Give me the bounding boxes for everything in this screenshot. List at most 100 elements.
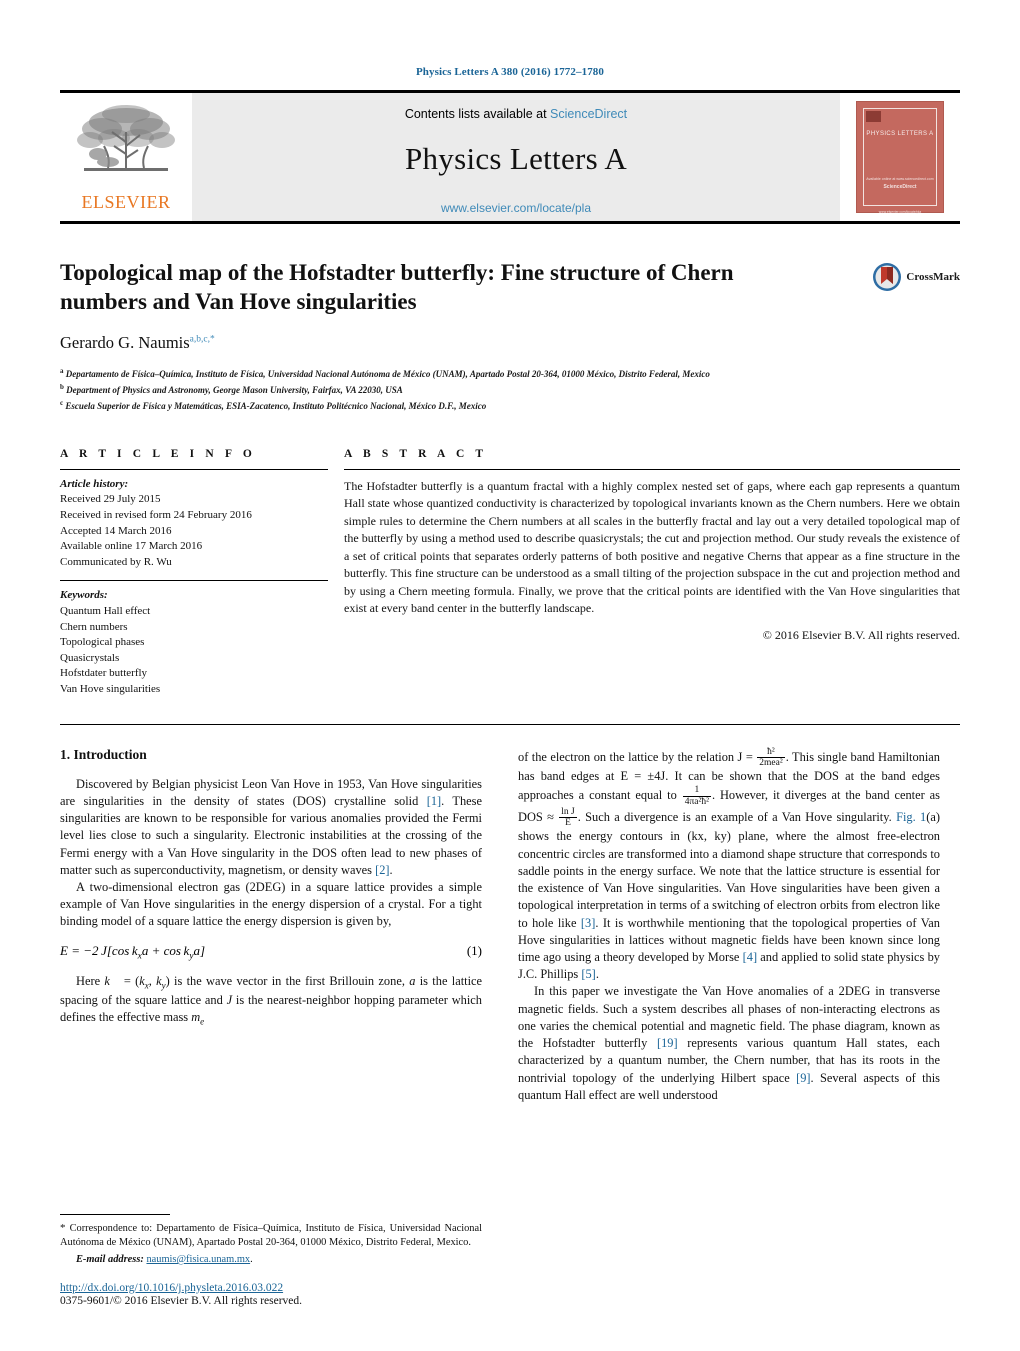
crossmark-badge[interactable]: CrossMark [872, 262, 960, 292]
contents-available-text: Contents lists available at [404, 107, 551, 121]
author-name: Gerardo G. Naumis [60, 332, 190, 352]
affiliation-item: b Department of Physics and Astronomy, G… [60, 382, 960, 398]
affiliation-item: a Departamento de Física–Química, Instit… [60, 366, 960, 382]
affiliation-text: Department of Physics and Astronomy, Geo… [66, 384, 403, 395]
keyword-item: Chern numbers [60, 620, 128, 633]
fraction-denominator: 2mea² [759, 757, 783, 768]
paragraph-text: . [389, 862, 393, 877]
cover-title: PHYSICS LETTERS A [866, 131, 934, 137]
journal-url-link[interactable]: www.elsevier.com/locate/pla [192, 201, 840, 215]
paragraph: Discovered by Belgian physicist Leon Van… [60, 776, 482, 879]
author-corresponding-mark: * [209, 334, 215, 345]
running-head: Physics Letters A 380 (2016) 1772–1780 [415, 66, 605, 78]
footnote-correspondence: * Correspondence to: Departamento de Fís… [60, 1221, 482, 1251]
article-history-label: Article history: [60, 477, 129, 490]
keyword-item: Topological phases [60, 636, 145, 649]
footnote-email-label: E-mail address: [76, 1254, 144, 1266]
footnote-email-link[interactable]: naumis@fisica.unam.mx [146, 1254, 250, 1265]
inline-fraction: ħ² 2mea² [757, 747, 785, 769]
footnote-email-tail: . [250, 1254, 253, 1266]
abstract-copyright: © 2016 Elsevier B.V. All rights reserved… [762, 627, 960, 642]
article-history: Article history: Received 29 July 2015 R… [60, 477, 328, 571]
paragraph: Here k⃗ = (kx, ky) is the wave vector in… [60, 974, 483, 1027]
cover-footer: Available online at www.sciencedirect.co… [864, 177, 936, 191]
affiliation-item: c Escuela Superior de Física y Matemátic… [60, 398, 960, 414]
paragraph-text: . Such a divergence is an example of a V… [577, 809, 897, 824]
elsevier-wordmark: ELSEVIER [81, 191, 171, 212]
section-heading-introduction: 1. Introduction [60, 746, 147, 762]
cover-footer-line1: Available online at www.sciencedirect.co… [866, 177, 934, 182]
journal-cover-thumbnail: PHYSICS LETTERS A Available online at ww… [856, 101, 944, 214]
fraction-numerator: 1 [682, 785, 711, 797]
affiliation-list: a Departamento de Física–Química, Instit… [60, 366, 960, 414]
publisher-logo-area: ELSEVIER [60, 93, 192, 221]
body-column-right: of the electron on the lattice by the re… [518, 747, 940, 1307]
author-affiliation-marks: a,b,c, [189, 334, 210, 345]
doi-link[interactable]: http://dx.doi.org/10.1016/j.physleta.201… [60, 1282, 482, 1294]
footnote-block: * Correspondence to: Departamento de Fís… [60, 1213, 482, 1307]
article-history-item: Communicated by R. Wu [60, 555, 172, 568]
paper-page: Physics Letters A 380 (2016) 1772–1780 E… [0, 0, 1020, 1351]
fraction-denominator: E [565, 818, 571, 829]
inline-fraction: 1 4πa²ħ² [682, 785, 711, 807]
article-info-column: A R T I C L E I N F O Article history: R… [60, 448, 328, 698]
article-history-item: Received in revised form 24 February 201… [60, 508, 252, 521]
cover-footer-line3: www.elsevier.com/locate/pla [878, 210, 922, 214]
citation-ref[interactable]: [4] [743, 950, 757, 964]
paragraph: of the electron on the lattice by the re… [518, 747, 940, 984]
paragraph-text: (a) shows the energy contours in (kx, ky… [518, 809, 940, 930]
contents-available-line: Contents lists available at ScienceDirec… [192, 107, 840, 121]
banner-bottom-rule [60, 221, 960, 224]
keywords-block: Keywords: Quantum Hall effect Chern numb… [60, 588, 328, 697]
cover-footer-line2: ScienceDirect [883, 184, 917, 190]
affiliation-mark: a [60, 366, 64, 375]
affiliation-mark: c [60, 398, 64, 407]
abstract-body: The Hofstadter butterfly is a quantum fr… [344, 478, 960, 616]
info-abstract-section: A R T I C L E I N F O Article history: R… [60, 448, 960, 698]
fraction-denominator: 4πa²ħ² [684, 796, 709, 807]
affiliation-mark: b [60, 382, 64, 391]
figure-ref[interactable]: Fig. 1 [896, 810, 926, 824]
article-history-item: Accepted 14 March 2016 [60, 524, 172, 537]
equation-1: E = −2 J[cos kxa + cos kya] (1) [60, 943, 482, 962]
equation-1-number: (1) [466, 942, 482, 958]
paragraph-text: Discovered by Belgian physicist Leon Van… [60, 776, 482, 808]
keyword-item: Van Hove singularities [60, 683, 161, 695]
crossmark-icon [873, 263, 902, 291]
keyword-item: Quantum Hall effect [60, 604, 151, 617]
journal-cover-area: PHYSICS LETTERS A Available online at ww… [840, 93, 960, 221]
paragraph: In this paper we investigate the Van Hov… [518, 983, 940, 1104]
title-block: Topological map of the Hofstadter butter… [60, 258, 960, 414]
paragraph-text: . [595, 967, 599, 982]
sciencedirect-link[interactable]: ScienceDirect [550, 107, 627, 121]
article-info-rule [60, 468, 328, 470]
fraction-numerator: ln J [559, 806, 577, 819]
citation-ref[interactable]: [5] [581, 967, 595, 981]
body-separator-rule [60, 723, 960, 725]
journal-title: Physics Letters A [404, 141, 628, 176]
footnote-email-line: E-mail address: naumis@fisica.unam.mx. [60, 1253, 482, 1268]
journal-banner: ELSEVIER Contents lists available at Sci… [60, 93, 960, 221]
citation-ref[interactable]: [3] [581, 916, 595, 930]
keywords-label: Keywords: [60, 589, 108, 602]
paragraph-text: of the electron on the lattice by the re… [518, 749, 757, 764]
article-history-item: Available online 17 March 2016 [60, 540, 203, 553]
author-list: Gerardo G. Naumisa,b,c,* [60, 333, 960, 353]
elsevier-logo: ELSEVIER [72, 102, 180, 213]
cover-inner-frame: PHYSICS LETTERS A Available online at ww… [863, 108, 937, 214]
equation-1-body: E = −2 J[cos kxa + cos kya] [60, 942, 206, 962]
citation-ref[interactable]: [2] [375, 863, 389, 877]
affiliation-text: Departamento de Física–Química, Institut… [65, 368, 710, 379]
banner-center: Contents lists available at ScienceDirec… [192, 93, 840, 221]
keyword-item: Quasicrystals [60, 651, 120, 664]
abstract-heading: A B S T R A C T [344, 447, 488, 460]
citation-ref[interactable]: [9] [796, 1071, 810, 1085]
keywords-rule [60, 580, 328, 582]
cover-flag-icon [866, 111, 881, 122]
citation-ref[interactable]: [19] [657, 1036, 678, 1050]
paragraph: A two-dimensional electron gas (2DEG) in… [60, 880, 482, 929]
article-history-item: Received 29 July 2015 [60, 493, 161, 506]
article-info-heading: A R T I C L E I N F O [60, 447, 256, 460]
citation-ref[interactable]: [1] [427, 794, 441, 808]
body-columns: 1. Introduction Discovered by Belgian ph… [60, 747, 960, 1307]
